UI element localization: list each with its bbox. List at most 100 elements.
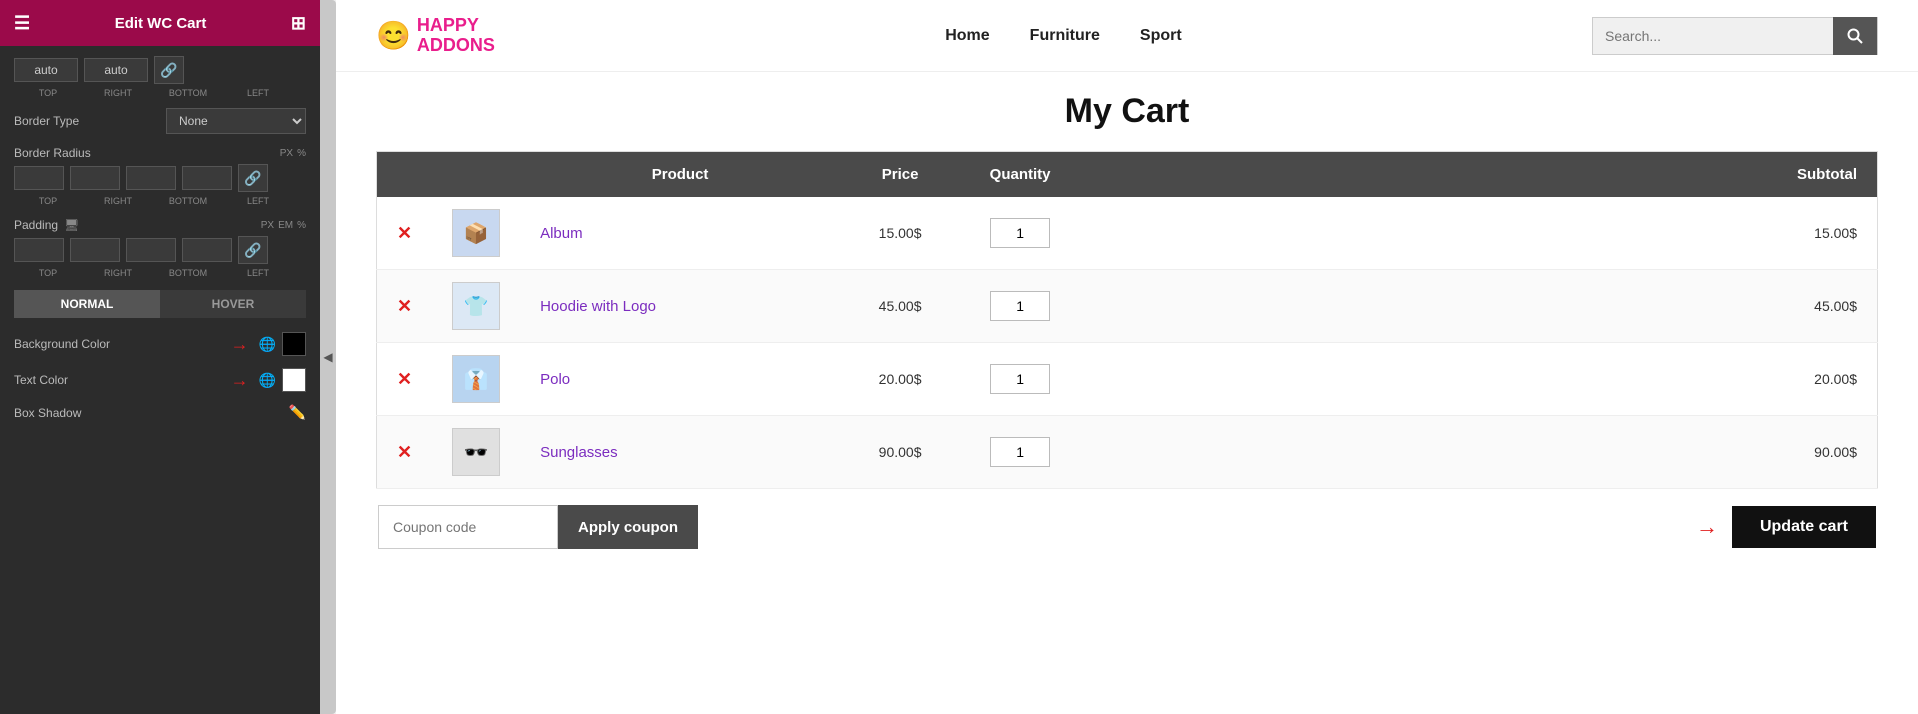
r-top-label: TOP [16,196,80,206]
apply-coupon-button[interactable]: Apply coupon [558,505,698,549]
thumb-cell: 👔 [432,343,520,416]
br-left-input[interactable] [182,166,232,190]
right-label: RIGHT [86,88,150,98]
remove-btn-1[interactable]: ✕ [397,223,412,244]
link-radius-btn[interactable]: 🔗 [238,164,268,192]
globe-icon-text[interactable]: 🌐 [259,372,276,389]
top-label: TOP [16,88,80,98]
page-content: My Cart Product Price Quantity Subtotal … [336,72,1918,714]
pad-bottom-input[interactable] [126,238,176,262]
top-input[interactable] [14,58,78,82]
remove-btn-4[interactable]: ✕ [397,442,412,463]
link-position-btn[interactable]: 🔗 [154,56,184,84]
product-name-1[interactable]: Album [540,225,583,242]
box-shadow-edit-icon[interactable]: ✏️ [289,404,306,421]
cart-table-body: ✕ 📦 Album 15.00$ 15.00$ ✕ 👕 Hoodie with … [377,197,1878,489]
search-button[interactable] [1833,17,1877,55]
p-top-label: TOP [16,268,80,278]
br-right-input[interactable] [70,166,120,190]
br-top-input[interactable] [14,166,64,190]
text-color-label: Text Color [14,373,68,387]
qty-input-1[interactable] [990,218,1050,248]
product-name-2[interactable]: Hoodie with Logo [540,298,656,315]
remove-cell: ✕ [377,270,433,343]
position-inputs: 🔗 [14,56,306,84]
header-price: Price [840,152,960,198]
monitor-icon: 🖥 [64,218,79,232]
bottom-label: BOTTOM [156,88,220,98]
bg-color-swatch[interactable] [282,332,306,356]
remove-btn-3[interactable]: ✕ [397,369,412,390]
hamburger-icon[interactable]: ☰ [14,13,30,34]
text-arrow-icon: → [231,370,249,391]
percent-unit[interactable]: % [297,148,306,159]
qty-input-2[interactable] [990,291,1050,321]
pad-em-unit[interactable]: EM [278,220,293,231]
r-right-label: RIGHT [86,196,150,206]
subtotal-cell-3: 20.00$ [1080,343,1877,416]
bg-arrow-icon: → [231,334,249,355]
price-cell-4: 90.00$ [840,416,960,489]
price-cell-1: 15.00$ [840,197,960,270]
panel-body: 🔗 TOP RIGHT BOTTOM LEFT Border Type None… [0,46,320,714]
grid-icon[interactable]: ⊞ [291,13,306,34]
border-type-label: Border Type [14,114,79,128]
header-thumb [432,152,520,198]
product-name-cell: Sunglasses [520,416,840,489]
br-bottom-input[interactable] [126,166,176,190]
subtotal-cell-1: 15.00$ [1080,197,1877,270]
header-remove [377,152,433,198]
pad-pct-unit[interactable]: % [297,220,306,231]
remove-cell: ✕ [377,416,433,489]
table-row: ✕ 👔 Polo 20.00$ 20.00$ [377,343,1878,416]
normal-btn[interactable]: NORMAL [14,290,160,318]
nav-home[interactable]: Home [945,27,989,45]
border-radius-row: Border Radius PX % 🔗 [14,146,306,192]
p-bottom-label: BOTTOM [156,268,220,278]
bg-color-label: Background Color [14,337,110,351]
product-name-4[interactable]: Sunglasses [540,444,618,461]
right-actions: → Update cart [1696,506,1876,548]
border-type-select[interactable]: None [166,108,306,134]
pad-top-input[interactable] [14,238,64,262]
qty-cell-1 [960,197,1080,270]
logo-emoji: 😊 [376,19,411,52]
qty-input-4[interactable] [990,437,1050,467]
logo-happy: HAPPY [417,16,495,36]
pad-right-input[interactable] [70,238,120,262]
px-unit[interactable]: PX [280,148,293,159]
padding-row: Padding 🖥 PX EM % 🔗 [14,218,306,264]
right-input[interactable] [84,58,148,82]
remove-btn-2[interactable]: ✕ [397,296,412,317]
cart-table: Product Price Quantity Subtotal ✕ 📦 Albu… [376,151,1878,489]
product-name-3[interactable]: Polo [540,371,570,388]
coupon-area: Apply coupon [378,505,698,549]
update-cart-arrow: → [1696,514,1718,540]
coupon-input[interactable] [378,505,558,549]
hover-btn[interactable]: HOVER [160,290,306,318]
product-thumb-4: 🕶️ [452,428,500,476]
border-radius-label: Border Radius [14,146,91,160]
nav-sport[interactable]: Sport [1140,27,1182,45]
pad-px-unit[interactable]: PX [261,220,274,231]
header-product: Product [520,152,840,198]
left-label: LEFT [226,88,290,98]
p-right-label: RIGHT [86,268,150,278]
nav-furniture[interactable]: Furniture [1030,27,1100,45]
remove-cell: ✕ [377,197,433,270]
update-cart-button[interactable]: Update cart [1732,506,1876,548]
qty-cell-2 [960,270,1080,343]
search-input[interactable] [1593,28,1833,44]
thumb-cell: 📦 [432,197,520,270]
product-thumb-3: 👔 [452,355,500,403]
text-color-swatch[interactable] [282,368,306,392]
qty-input-3[interactable] [990,364,1050,394]
product-name-cell: Album [520,197,840,270]
globe-icon-bg[interactable]: 🌐 [259,336,276,353]
table-row: ✕ 👕 Hoodie with Logo 45.00$ 45.00$ [377,270,1878,343]
r-left-label: LEFT [226,196,290,206]
product-thumb-2: 👕 [452,282,500,330]
pad-left-input[interactable] [182,238,232,262]
collapse-handle[interactable]: ◀ [320,0,336,714]
link-padding-btn[interactable]: 🔗 [238,236,268,264]
